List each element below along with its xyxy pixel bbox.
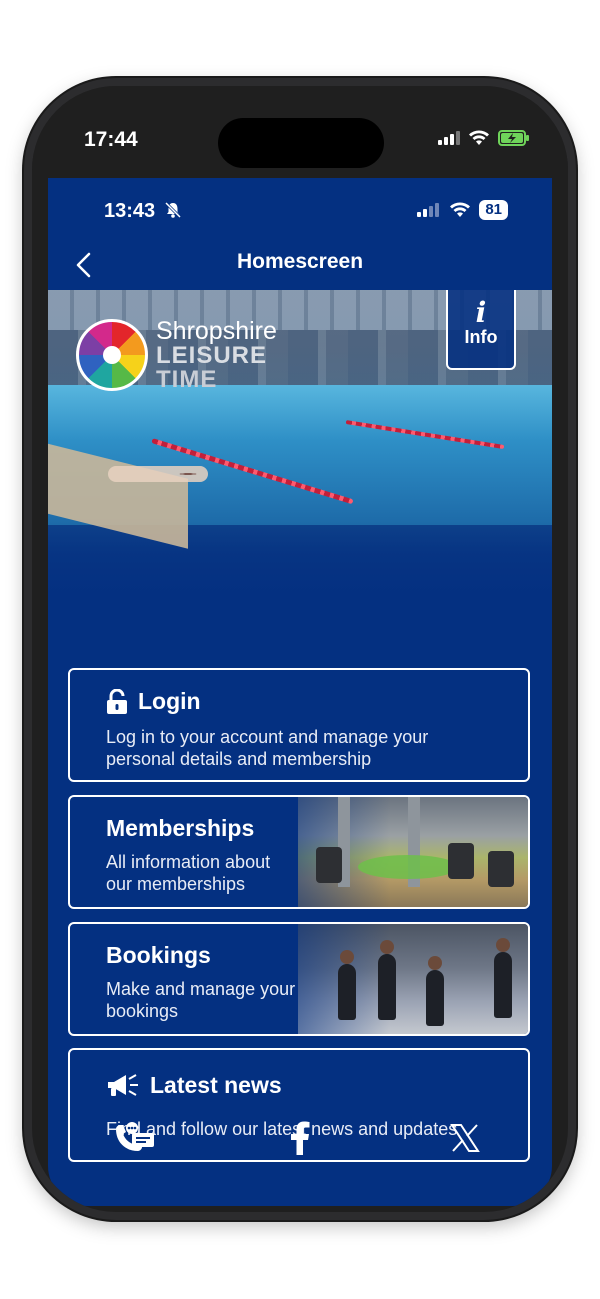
logo-hub [103, 346, 121, 364]
person [378, 954, 396, 1020]
person [428, 956, 442, 970]
battery-level: 81 [479, 200, 508, 220]
signal-icon [438, 131, 460, 145]
gym-floor-disk [358, 855, 458, 879]
facebook-button[interactable] [277, 1115, 323, 1161]
app-status-icons: 81 [417, 200, 508, 220]
logo-wordmark: Shropshire LEISURE TIME [148, 318, 277, 392]
swimmer [108, 466, 208, 482]
login-title: Login [138, 688, 201, 714]
slt-logo-wheel [76, 319, 148, 391]
slt-logo: Shropshire LEISURE TIME [76, 318, 277, 392]
news-header: Latest news [106, 1072, 282, 1099]
signal-icon [417, 203, 440, 217]
app-time: 13:43 [104, 200, 156, 222]
megaphone-icon [108, 1073, 138, 1096]
info-icon: i [475, 296, 487, 329]
logo-line-2: LEISURE [156, 342, 268, 369]
unlock-icon [107, 688, 127, 714]
x-button[interactable] [442, 1115, 488, 1161]
phone-frame: 17:44 13:43 81 Homescreen Shropshire LEI… [24, 78, 576, 1220]
person [340, 950, 354, 964]
phone-chat-button[interactable] [112, 1115, 158, 1161]
nav-bar: Homescreen [48, 238, 552, 290]
person [380, 940, 394, 954]
gym-machine [488, 851, 514, 887]
logo-line-3: TIME [156, 366, 218, 393]
facebook-icon [291, 1121, 310, 1155]
phone-bezel: 17:44 13:43 81 Homescreen Shropshire LEI… [32, 86, 568, 1212]
login-description: Log in to your account and manage your p… [106, 727, 429, 769]
memberships-title: Memberships [106, 815, 255, 841]
login-header: Login [106, 688, 201, 715]
device-time: 17:44 [84, 128, 138, 151]
page-title: Homescreen [236, 250, 364, 273]
bookings-card[interactable]: Bookings Make and manage your bookings [68, 922, 530, 1036]
device-status-bar: 17:44 [32, 86, 568, 178]
memberships-card[interactable]: Memberships All information about our me… [68, 795, 530, 909]
hero-banner: Shropshire LEISURE TIME i Info [48, 290, 552, 600]
bell-slash-icon [164, 201, 182, 219]
info-button[interactable]: i Info [446, 290, 516, 370]
device-status-icons [438, 130, 530, 146]
person [426, 970, 444, 1026]
app-screen: 13:43 81 Homescreen Shropshire LEISURE T… [48, 178, 552, 1206]
gym-photo [298, 797, 528, 907]
memberships-description: All information about our memberships [106, 852, 271, 894]
info-label: Info [464, 327, 498, 347]
login-card[interactable]: Login Log in to your account and manage … [68, 668, 530, 782]
footer-bar [48, 1098, 552, 1178]
bookings-description: Make and manage your bookings [106, 979, 296, 1021]
battery-charging-icon [498, 130, 529, 146]
gym-machine [316, 847, 342, 883]
gym-machine [448, 843, 474, 879]
wifi-icon [450, 202, 471, 217]
fitness-class-photo [298, 924, 528, 1034]
person [494, 952, 512, 1018]
bookings-title: Bookings [106, 942, 211, 968]
news-title: Latest news [150, 1072, 282, 1098]
person [338, 964, 356, 1020]
dynamic-island [218, 118, 384, 168]
phone-chat-icon [116, 1122, 154, 1151]
app-status-bar: 13:43 81 [48, 178, 552, 238]
x-icon [450, 1124, 480, 1152]
logo-line-1: Shropshire [156, 317, 277, 345]
wifi-icon [469, 130, 489, 145]
person [496, 938, 510, 952]
